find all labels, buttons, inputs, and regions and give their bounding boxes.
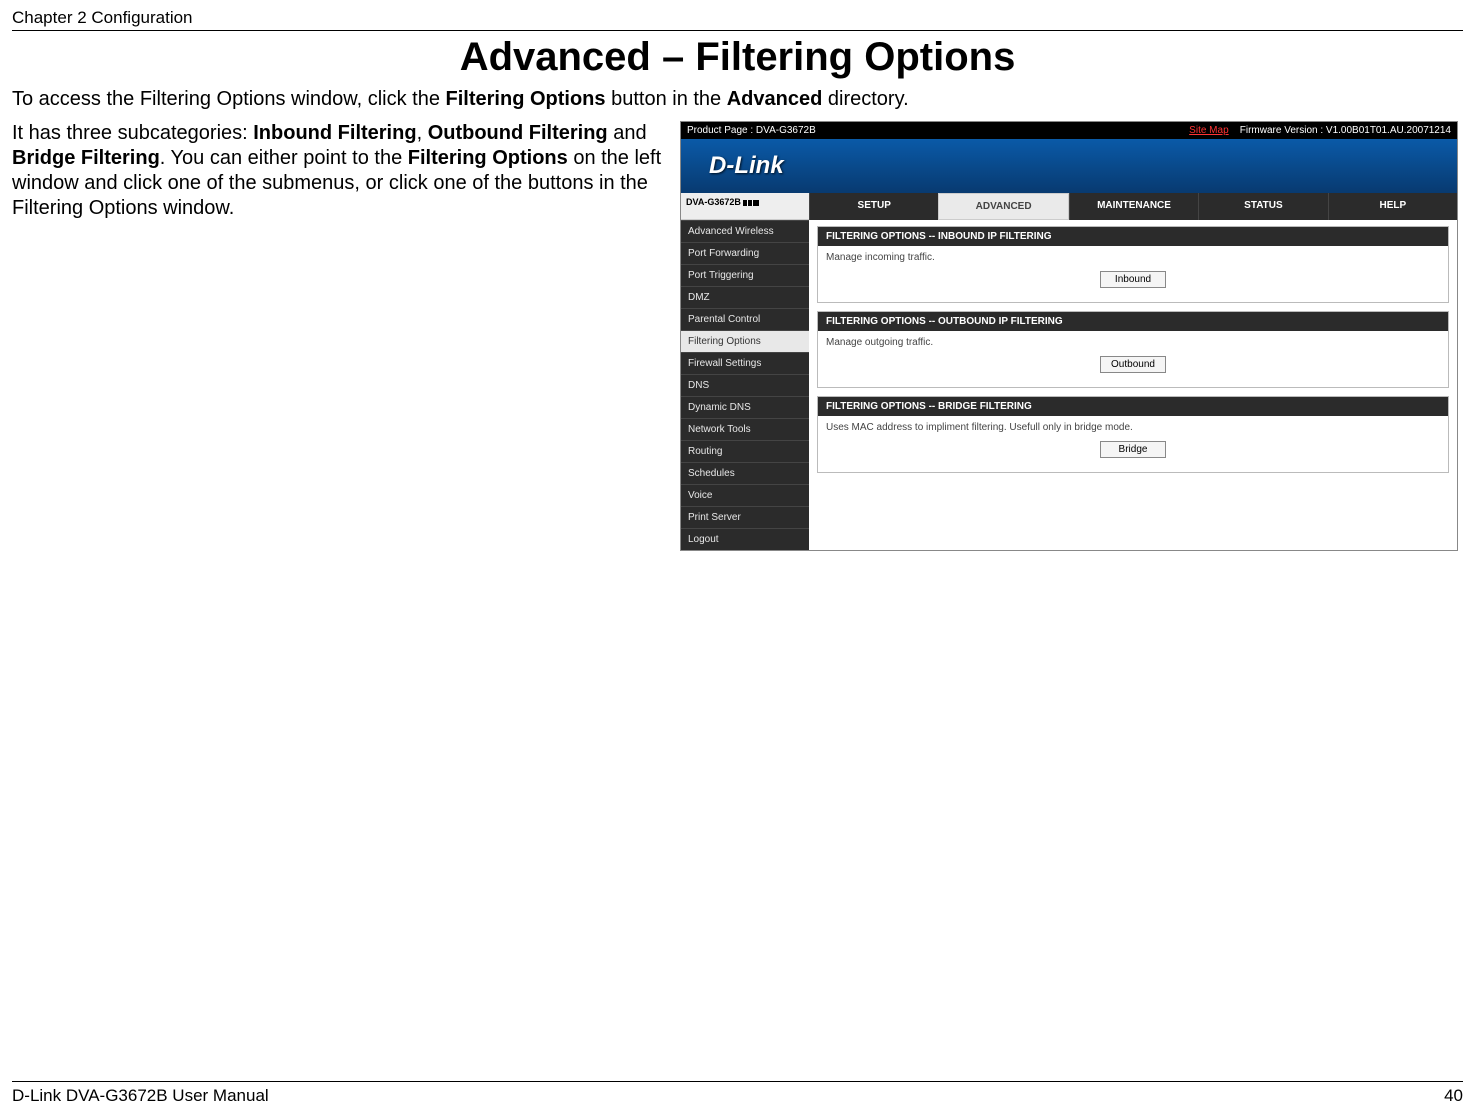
screenshot-embed: Product Page : DVA-G3672B Site Map Firmw… bbox=[680, 121, 1458, 551]
panel-desc-inbound: Manage incoming traffic. bbox=[826, 252, 1440, 263]
description-paragraph: It has three subcategories: Inbound Filt… bbox=[12, 121, 662, 221]
page-number: 40 bbox=[1444, 1086, 1463, 1106]
page-title: Advanced – Filtering Options bbox=[12, 35, 1463, 80]
sidebar-item-advanced-wireless[interactable]: Advanced Wireless bbox=[681, 220, 809, 242]
sidebar-item-dmz[interactable]: DMZ bbox=[681, 286, 809, 308]
brand-logo: D-Link bbox=[709, 152, 784, 180]
tab-advanced[interactable]: ADVANCED bbox=[938, 193, 1068, 220]
main-content: FILTERING OPTIONS -- INBOUND IP FILTERIN… bbox=[809, 220, 1457, 550]
sidebar-item-port-forwarding[interactable]: Port Forwarding bbox=[681, 242, 809, 264]
model-label: DVA-G3672B bbox=[686, 197, 741, 207]
tab-status[interactable]: STATUS bbox=[1198, 193, 1327, 220]
panel-head-outbound: FILTERING OPTIONS -- OUTBOUND IP FILTERI… bbox=[818, 312, 1448, 331]
sidebar: Advanced Wireless Port Forwarding Port T… bbox=[681, 220, 809, 550]
sidebar-item-routing[interactable]: Routing bbox=[681, 440, 809, 462]
sidebar-item-firewall-settings[interactable]: Firewall Settings bbox=[681, 352, 809, 374]
panel-desc-outbound: Manage outgoing traffic. bbox=[826, 337, 1440, 348]
panel-head-bridge: FILTERING OPTIONS -- BRIDGE FILTERING bbox=[818, 397, 1448, 416]
desc-bold-bridge: Bridge Filtering bbox=[12, 147, 160, 169]
model-badge: DVA-G3672B bbox=[681, 193, 809, 220]
footer-rule bbox=[12, 1081, 1463, 1082]
tab-maintenance[interactable]: MAINTENANCE bbox=[1069, 193, 1198, 220]
panel-head-inbound: FILTERING OPTIONS -- INBOUND IP FILTERIN… bbox=[818, 227, 1448, 246]
firmware-label bbox=[1231, 125, 1237, 136]
desc-bold-inbound: Inbound Filtering bbox=[253, 122, 416, 144]
panel-bridge: FILTERING OPTIONS -- BRIDGE FILTERING Us… bbox=[817, 396, 1449, 473]
sidebar-item-logout[interactable]: Logout bbox=[681, 528, 809, 550]
sidebar-item-schedules[interactable]: Schedules bbox=[681, 462, 809, 484]
desc-text: , bbox=[417, 122, 428, 144]
intro-paragraph: To access the Filtering Options window, … bbox=[12, 88, 1463, 111]
header-rule bbox=[12, 30, 1463, 31]
panel-inbound: FILTERING OPTIONS -- INBOUND IP FILTERIN… bbox=[817, 226, 1449, 303]
sidebar-item-parental-control[interactable]: Parental Control bbox=[681, 308, 809, 330]
chapter-header: Chapter 2 Configuration bbox=[12, 8, 1463, 28]
sitemap-link[interactable]: Site Map bbox=[1189, 125, 1228, 136]
sidebar-item-port-triggering[interactable]: Port Triggering bbox=[681, 264, 809, 286]
sidebar-item-filtering-options[interactable]: Filtering Options bbox=[681, 330, 809, 352]
sidebar-item-print-server[interactable]: Print Server bbox=[681, 506, 809, 528]
desc-text: and bbox=[608, 122, 647, 144]
firmware-version: Firmware Version : V1.00B01T01.AU.200712… bbox=[1240, 125, 1451, 136]
inbound-button[interactable]: Inbound bbox=[1100, 271, 1166, 288]
sidebar-item-dns[interactable]: DNS bbox=[681, 374, 809, 396]
panel-desc-bridge: Uses MAC address to impliment filtering.… bbox=[826, 422, 1440, 433]
bridge-button[interactable]: Bridge bbox=[1100, 441, 1166, 458]
brand-banner: D-Link bbox=[681, 139, 1457, 193]
stripes-icon bbox=[743, 200, 759, 206]
sidebar-item-dynamic-dns[interactable]: Dynamic DNS bbox=[681, 396, 809, 418]
desc-text: It has three subcategories: bbox=[12, 122, 253, 144]
desc-text: . You can either point to the bbox=[160, 147, 408, 169]
desc-bold-filtering-options: Filtering Options bbox=[408, 147, 568, 169]
product-page-label: Product Page : DVA-G3672B bbox=[687, 125, 816, 136]
intro-bold-filtering: Filtering Options bbox=[446, 88, 606, 110]
intro-bold-advanced: Advanced bbox=[727, 88, 823, 110]
intro-text: To access the Filtering Options window, … bbox=[12, 88, 446, 110]
top-nav-tabs: SETUP ADVANCED MAINTENANCE STATUS HELP bbox=[809, 193, 1457, 220]
outbound-button[interactable]: Outbound bbox=[1100, 356, 1166, 373]
intro-text: directory. bbox=[822, 88, 908, 110]
tab-help[interactable]: HELP bbox=[1328, 193, 1457, 220]
intro-text: button in the bbox=[606, 88, 727, 110]
tab-setup[interactable]: SETUP bbox=[809, 193, 938, 220]
footer-manual-title: D-Link DVA-G3672B User Manual bbox=[12, 1086, 269, 1106]
sidebar-item-voice[interactable]: Voice bbox=[681, 484, 809, 506]
screenshot-topbar: Product Page : DVA-G3672B Site Map Firmw… bbox=[681, 122, 1457, 139]
desc-bold-outbound: Outbound Filtering bbox=[428, 122, 608, 144]
sidebar-item-network-tools[interactable]: Network Tools bbox=[681, 418, 809, 440]
panel-outbound: FILTERING OPTIONS -- OUTBOUND IP FILTERI… bbox=[817, 311, 1449, 388]
